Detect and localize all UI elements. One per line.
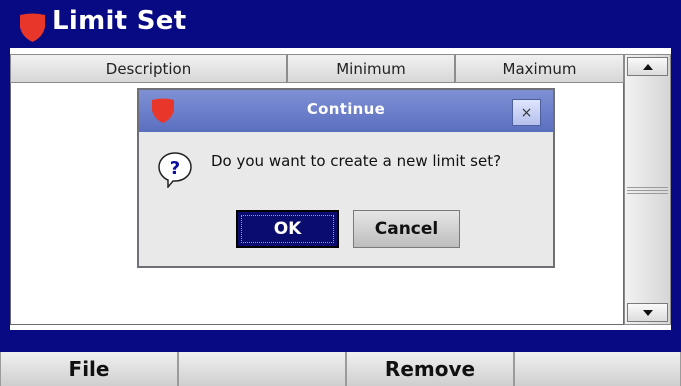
column-header-minimum[interactable]: Minimum [287, 54, 455, 83]
shield-logo-icon [20, 13, 45, 42]
arrow-up-icon [642, 63, 653, 70]
softkey-4[interactable] [514, 352, 681, 386]
svg-text:?: ? [170, 158, 180, 179]
scroll-down-button[interactable] [627, 303, 668, 322]
softkey-remove[interactable]: Remove [346, 352, 514, 386]
window-title: Limit Set [52, 6, 187, 36]
scroll-thumb-grip[interactable] [627, 185, 668, 194]
focus-ring [241, 215, 334, 243]
cancel-button[interactable]: Cancel [353, 210, 460, 248]
status-band [0, 330, 681, 352]
softkey-2[interactable] [178, 352, 346, 386]
arrow-down-icon [642, 309, 653, 316]
column-header-maximum[interactable]: Maximum [455, 54, 624, 83]
frame-left [0, 48, 10, 330]
title-bar: Limit Set [0, 0, 681, 48]
dialog-header: Continue × [139, 90, 553, 132]
vertical-scrollbar[interactable] [624, 54, 671, 325]
softkey-bar: File Remove [0, 352, 681, 386]
close-button[interactable]: × [512, 99, 541, 126]
frame-right [671, 48, 681, 330]
scroll-up-button[interactable] [627, 57, 668, 76]
close-icon: × [520, 104, 533, 121]
continue-dialog: Continue × ? Do you want to create a new… [137, 88, 555, 268]
dialog-title: Continue [306, 100, 386, 118]
dialog-message: Do you want to create a new limit set? [211, 152, 502, 170]
ok-button[interactable]: OK [236, 210, 339, 248]
softkey-file[interactable]: File [0, 352, 178, 386]
cancel-label: Cancel [374, 219, 439, 239]
question-icon: ? [158, 152, 192, 188]
column-header-description[interactable]: Description [10, 54, 287, 83]
